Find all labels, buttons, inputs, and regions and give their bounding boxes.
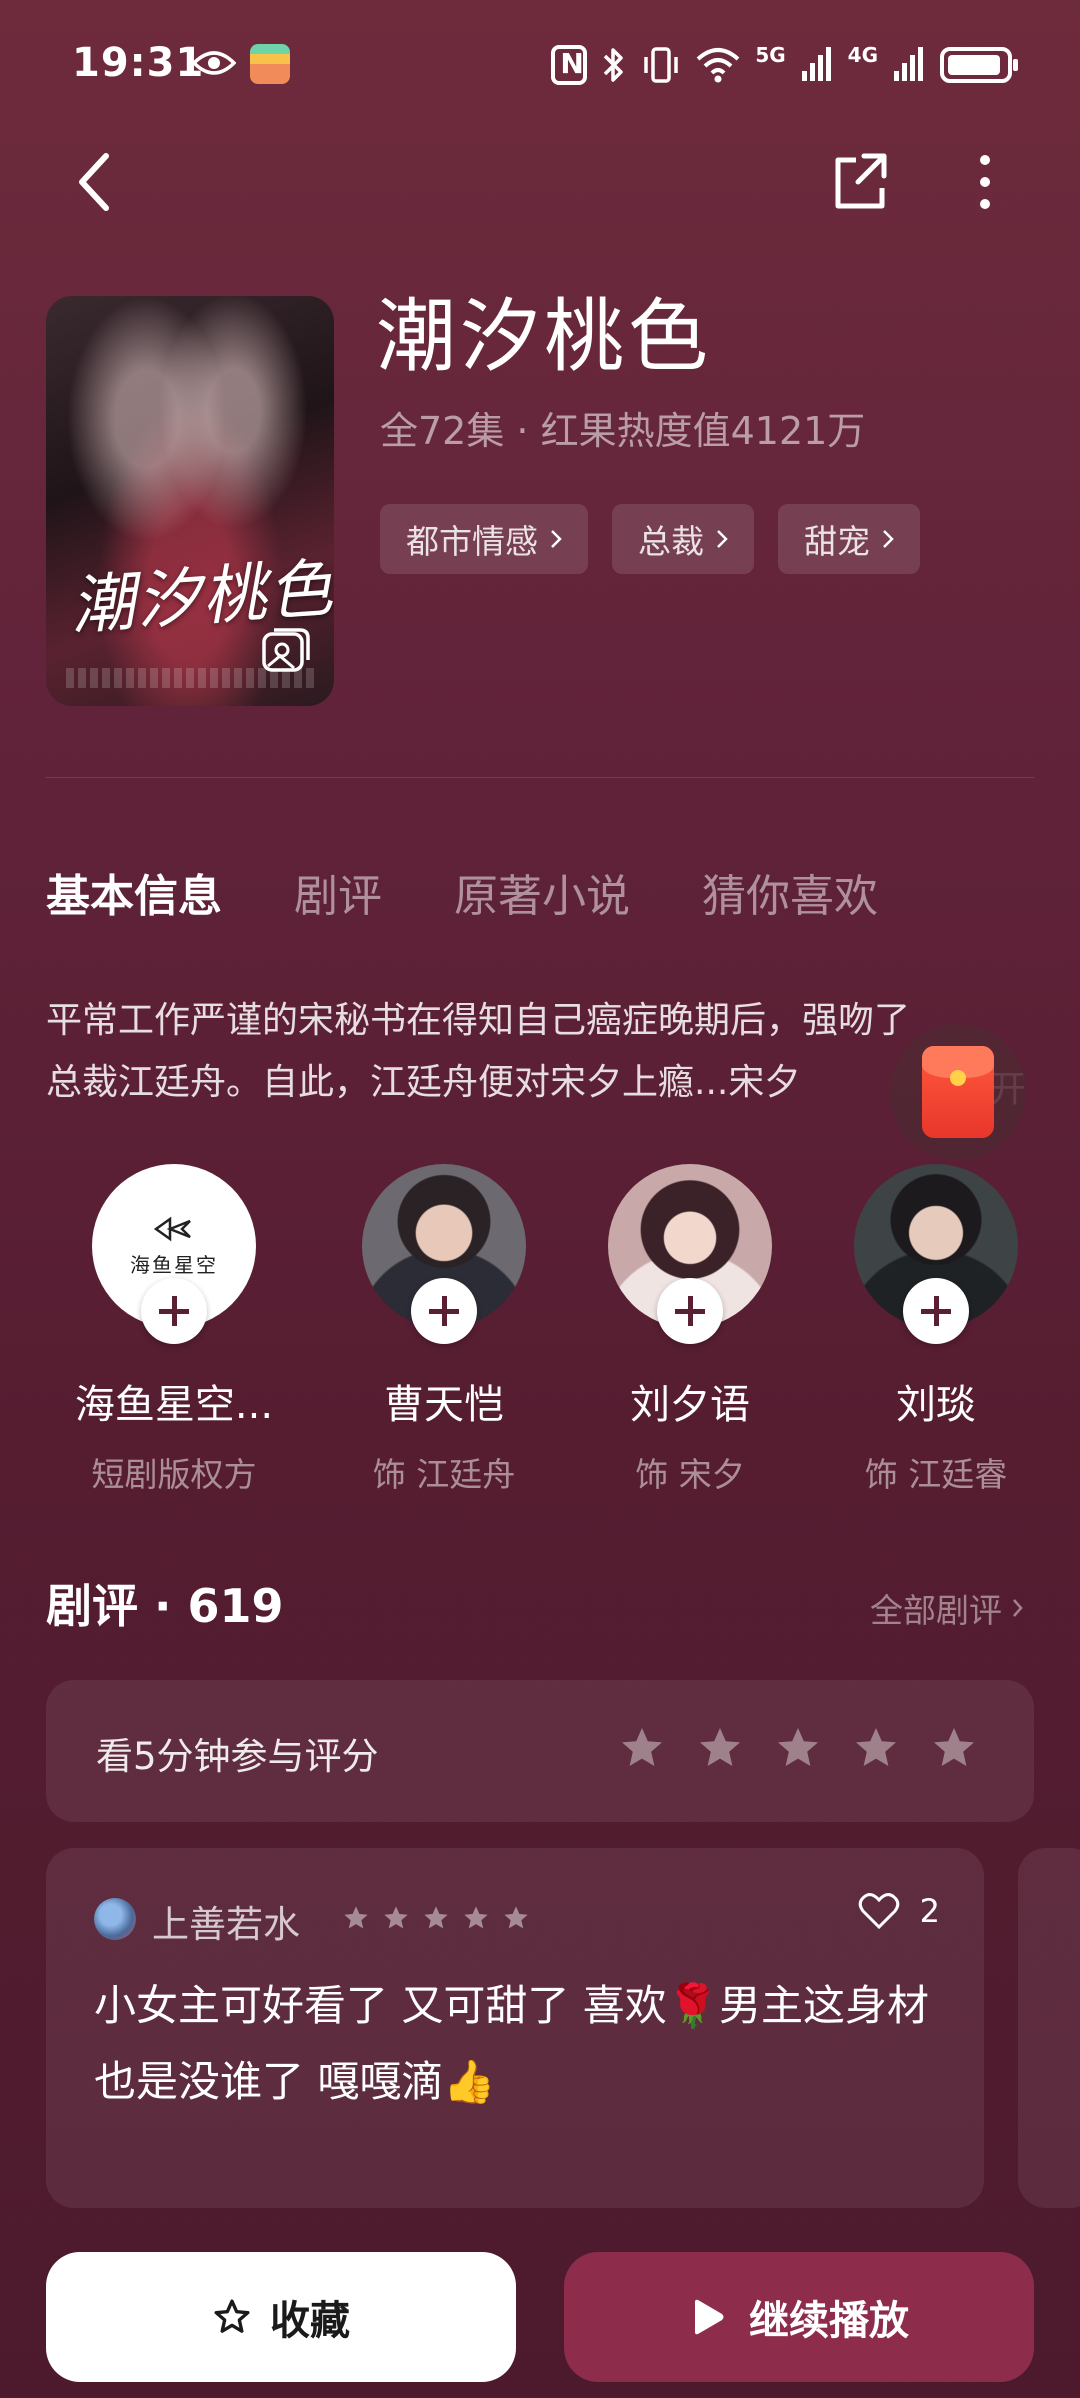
status-icons: 5G 4G [551, 40, 1018, 90]
play-label: 继续播放 [749, 2298, 909, 2344]
star-icon [344, 1906, 368, 1929]
cast-item-actor-2[interactable]: 刘琰 饰 江廷睿 [826, 1164, 1046, 1496]
avatar[interactable] [854, 1164, 1018, 1344]
cast-item-actress[interactable]: 刘夕语 饰 宋夕 [580, 1164, 800, 1496]
drama-title: 潮汐桃色 [376, 290, 712, 383]
all-reviews-label: 全部剧评 [870, 1591, 1002, 1630]
rating-stars[interactable] [618, 1724, 978, 1772]
star-icon[interactable] [852, 1724, 900, 1772]
star-icon[interactable] [774, 1724, 822, 1772]
star-icon [504, 1906, 528, 1929]
studio-logo-text: 海鱼星空 [130, 1252, 218, 1277]
tag-list: 都市情感 总裁 甜宠 [380, 504, 920, 574]
top-nav [0, 130, 1080, 240]
heart-icon [858, 1893, 899, 1930]
star-icon[interactable] [696, 1724, 744, 1772]
wallet-app-icon [250, 44, 290, 84]
cast-name: 刘夕语 [630, 1382, 750, 1428]
avatar[interactable] [94, 1898, 136, 1940]
tab-reviews[interactable]: 剧评 [294, 860, 382, 924]
status-time: 19:31 [72, 40, 205, 86]
review-rating [342, 1904, 530, 1932]
star-icon[interactable] [618, 1724, 666, 1772]
battery-icon [940, 47, 1018, 83]
back-button[interactable] [66, 144, 126, 220]
divider [46, 777, 1034, 778]
follow-plus-button[interactable] [657, 1278, 723, 1344]
more-options-icon[interactable] [960, 144, 1010, 220]
tag-sweet-romance[interactable]: 甜宠 [778, 504, 920, 574]
synopsis-line-1: 平常工作严谨的宋秘书在得知自己癌症晚期后，强吻了 [46, 1000, 911, 1041]
cast-name: 曹天恺 [384, 1382, 504, 1428]
tag-label: 甜宠 [804, 522, 870, 561]
cast-name: 海鱼星空... [74, 1382, 274, 1428]
signal-5g-icon [801, 47, 831, 81]
collect-label: 收藏 [270, 2298, 350, 2344]
reviews-header: 剧评 · 619 [46, 1579, 284, 1633]
play-icon [695, 2299, 724, 2335]
chevron-right-icon [1013, 1599, 1023, 1617]
star-icon [464, 1906, 488, 1929]
tag-label: 都市情感 [406, 522, 538, 561]
review-card[interactable]: 上善若水 2 小女主可好看了 又可甜了 喜欢🌹男主这身材也是没谁了 嘎嘎滴👍 [46, 1848, 984, 2208]
signal-4g-icon [894, 47, 923, 81]
reviewer-name: 上善若水 [152, 1903, 300, 1946]
status-bar: 19:31 5G 4G [0, 0, 1080, 130]
chevron-right-icon [717, 530, 728, 548]
gallery-icon[interactable] [260, 626, 312, 674]
avatar[interactable]: 海鱼星空 [92, 1164, 256, 1344]
star-icon [424, 1906, 448, 1929]
fish-logo-icon [153, 1216, 191, 1241]
rating-prompt: 看5分钟参与评分 [96, 1735, 379, 1778]
tag-label: 总裁 [638, 522, 704, 561]
wifi-icon [696, 48, 740, 83]
star-icon [384, 1906, 408, 1929]
tab-bar: 基本信息 剧评 原著小说 猜你喜欢 [46, 860, 878, 924]
bluetooth-icon [604, 48, 624, 82]
red-packet-button[interactable] [890, 1024, 1026, 1160]
cast-name: 刘琰 [896, 1382, 976, 1428]
nfc-icon [551, 45, 588, 85]
vibrate-icon [644, 47, 679, 83]
synopsis-line-2: 总裁江廷舟。自此，江廷舟便对宋夕上瘾...宋夕 [46, 1062, 801, 1103]
review-text: 小女主可好看了 又可甜了 喜欢🌹男主这身材也是没谁了 嘎嘎滴👍 [94, 1981, 929, 2106]
network-4g-label: 4G [847, 43, 878, 67]
star-icon[interactable] [930, 1724, 978, 1772]
follow-plus-button[interactable] [903, 1278, 969, 1344]
like-button[interactable]: 2 [858, 1892, 940, 1930]
chevron-right-icon [883, 530, 894, 548]
red-envelope-icon [922, 1046, 994, 1138]
tab-original-novel[interactable]: 原著小说 [454, 860, 630, 924]
share-icon[interactable] [828, 144, 890, 220]
tag-urban-romance[interactable]: 都市情感 [380, 504, 588, 574]
drama-poster[interactable]: 潮汐桃色 [46, 296, 334, 706]
cast-item-actor[interactable]: 曹天恺 饰 江廷舟 [334, 1164, 554, 1496]
drama-meta: 全72集 · 红果热度值4121万 [380, 409, 866, 453]
next-review-card[interactable] [1018, 1848, 1080, 2208]
cast-role: 饰 宋夕 [635, 1455, 745, 1494]
cast-role: 短剧版权方 [91, 1455, 257, 1494]
follow-plus-button[interactable] [141, 1278, 207, 1344]
cast-item-copyright[interactable]: 海鱼星空 海鱼星空... 短剧版权方 [64, 1164, 284, 1496]
synopsis[interactable]: 平常工作严谨的宋秘书在得知自己癌症晚期后，强吻了 总裁江廷舟。自此，江廷舟便对宋… [46, 990, 1036, 1114]
rating-box[interactable]: 看5分钟参与评分 [46, 1680, 1034, 1822]
follow-plus-button[interactable] [411, 1278, 477, 1344]
cast-role: 饰 江廷睿 [864, 1455, 1008, 1494]
tab-basic-info[interactable]: 基本信息 [46, 860, 222, 924]
collect-button[interactable]: 收藏 [46, 2252, 516, 2382]
network-5g-label: 5G [755, 43, 786, 67]
tag-ceo[interactable]: 总裁 [612, 504, 754, 574]
eye-icon [192, 51, 236, 75]
all-reviews-link[interactable]: 全部剧评 [870, 1584, 1024, 1632]
like-count: 2 [919, 1892, 940, 1930]
cast-role: 饰 江廷舟 [372, 1455, 516, 1494]
tab-recommendations[interactable]: 猜你喜欢 [702, 860, 878, 924]
avatar[interactable] [608, 1164, 772, 1344]
avatar[interactable] [362, 1164, 526, 1344]
chevron-right-icon [551, 530, 562, 548]
star-outline-icon [214, 2299, 250, 2333]
continue-play-button[interactable]: 继续播放 [564, 2252, 1034, 2382]
